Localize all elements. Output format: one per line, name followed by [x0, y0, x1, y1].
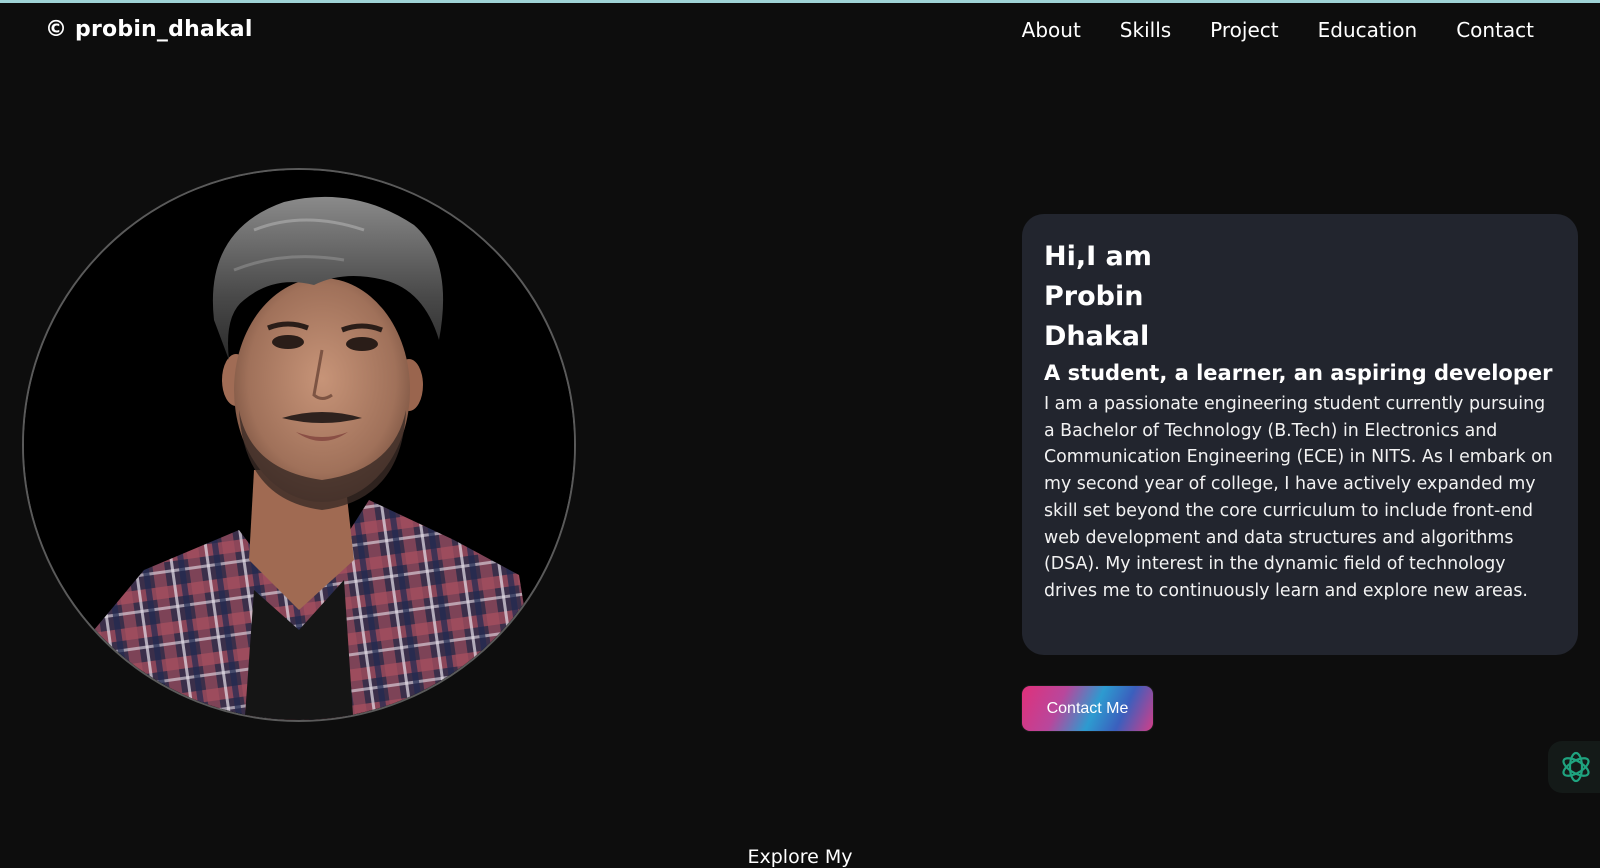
contact-me-button[interactable]: Contact Me — [1022, 686, 1153, 731]
nav-link-skills[interactable]: Skills — [1120, 18, 1171, 42]
nav-link-education[interactable]: Education — [1318, 18, 1418, 42]
nav-link-about[interactable]: About — [1022, 18, 1081, 42]
intro-card: Hi,I am Probin Dhakal A student, a learn… — [1022, 214, 1578, 655]
assistant-button[interactable] — [1548, 741, 1600, 793]
nav-link-contact[interactable]: Contact — [1456, 18, 1534, 42]
site-header: © probin_dhakal About Skills Project Edu… — [0, 3, 1600, 61]
main-nav: About Skills Project Education Contact — [983, 18, 1534, 42]
hero-greeting: Hi,I am Probin Dhakal — [1044, 241, 1152, 352]
explore-heading: Explore My — [747, 846, 853, 868]
profile-photo — [22, 168, 576, 722]
hero-bio: I am a passionate engineering student cu… — [1044, 394, 1553, 601]
openai-logo-icon — [1562, 751, 1590, 783]
profile-photo-illustration — [24, 170, 574, 720]
nav-link-project[interactable]: Project — [1210, 18, 1278, 42]
brand-logo[interactable]: © probin_dhakal — [45, 17, 253, 42]
hero-tagline: A student, a learner, an aspiring develo… — [1044, 361, 1553, 385]
